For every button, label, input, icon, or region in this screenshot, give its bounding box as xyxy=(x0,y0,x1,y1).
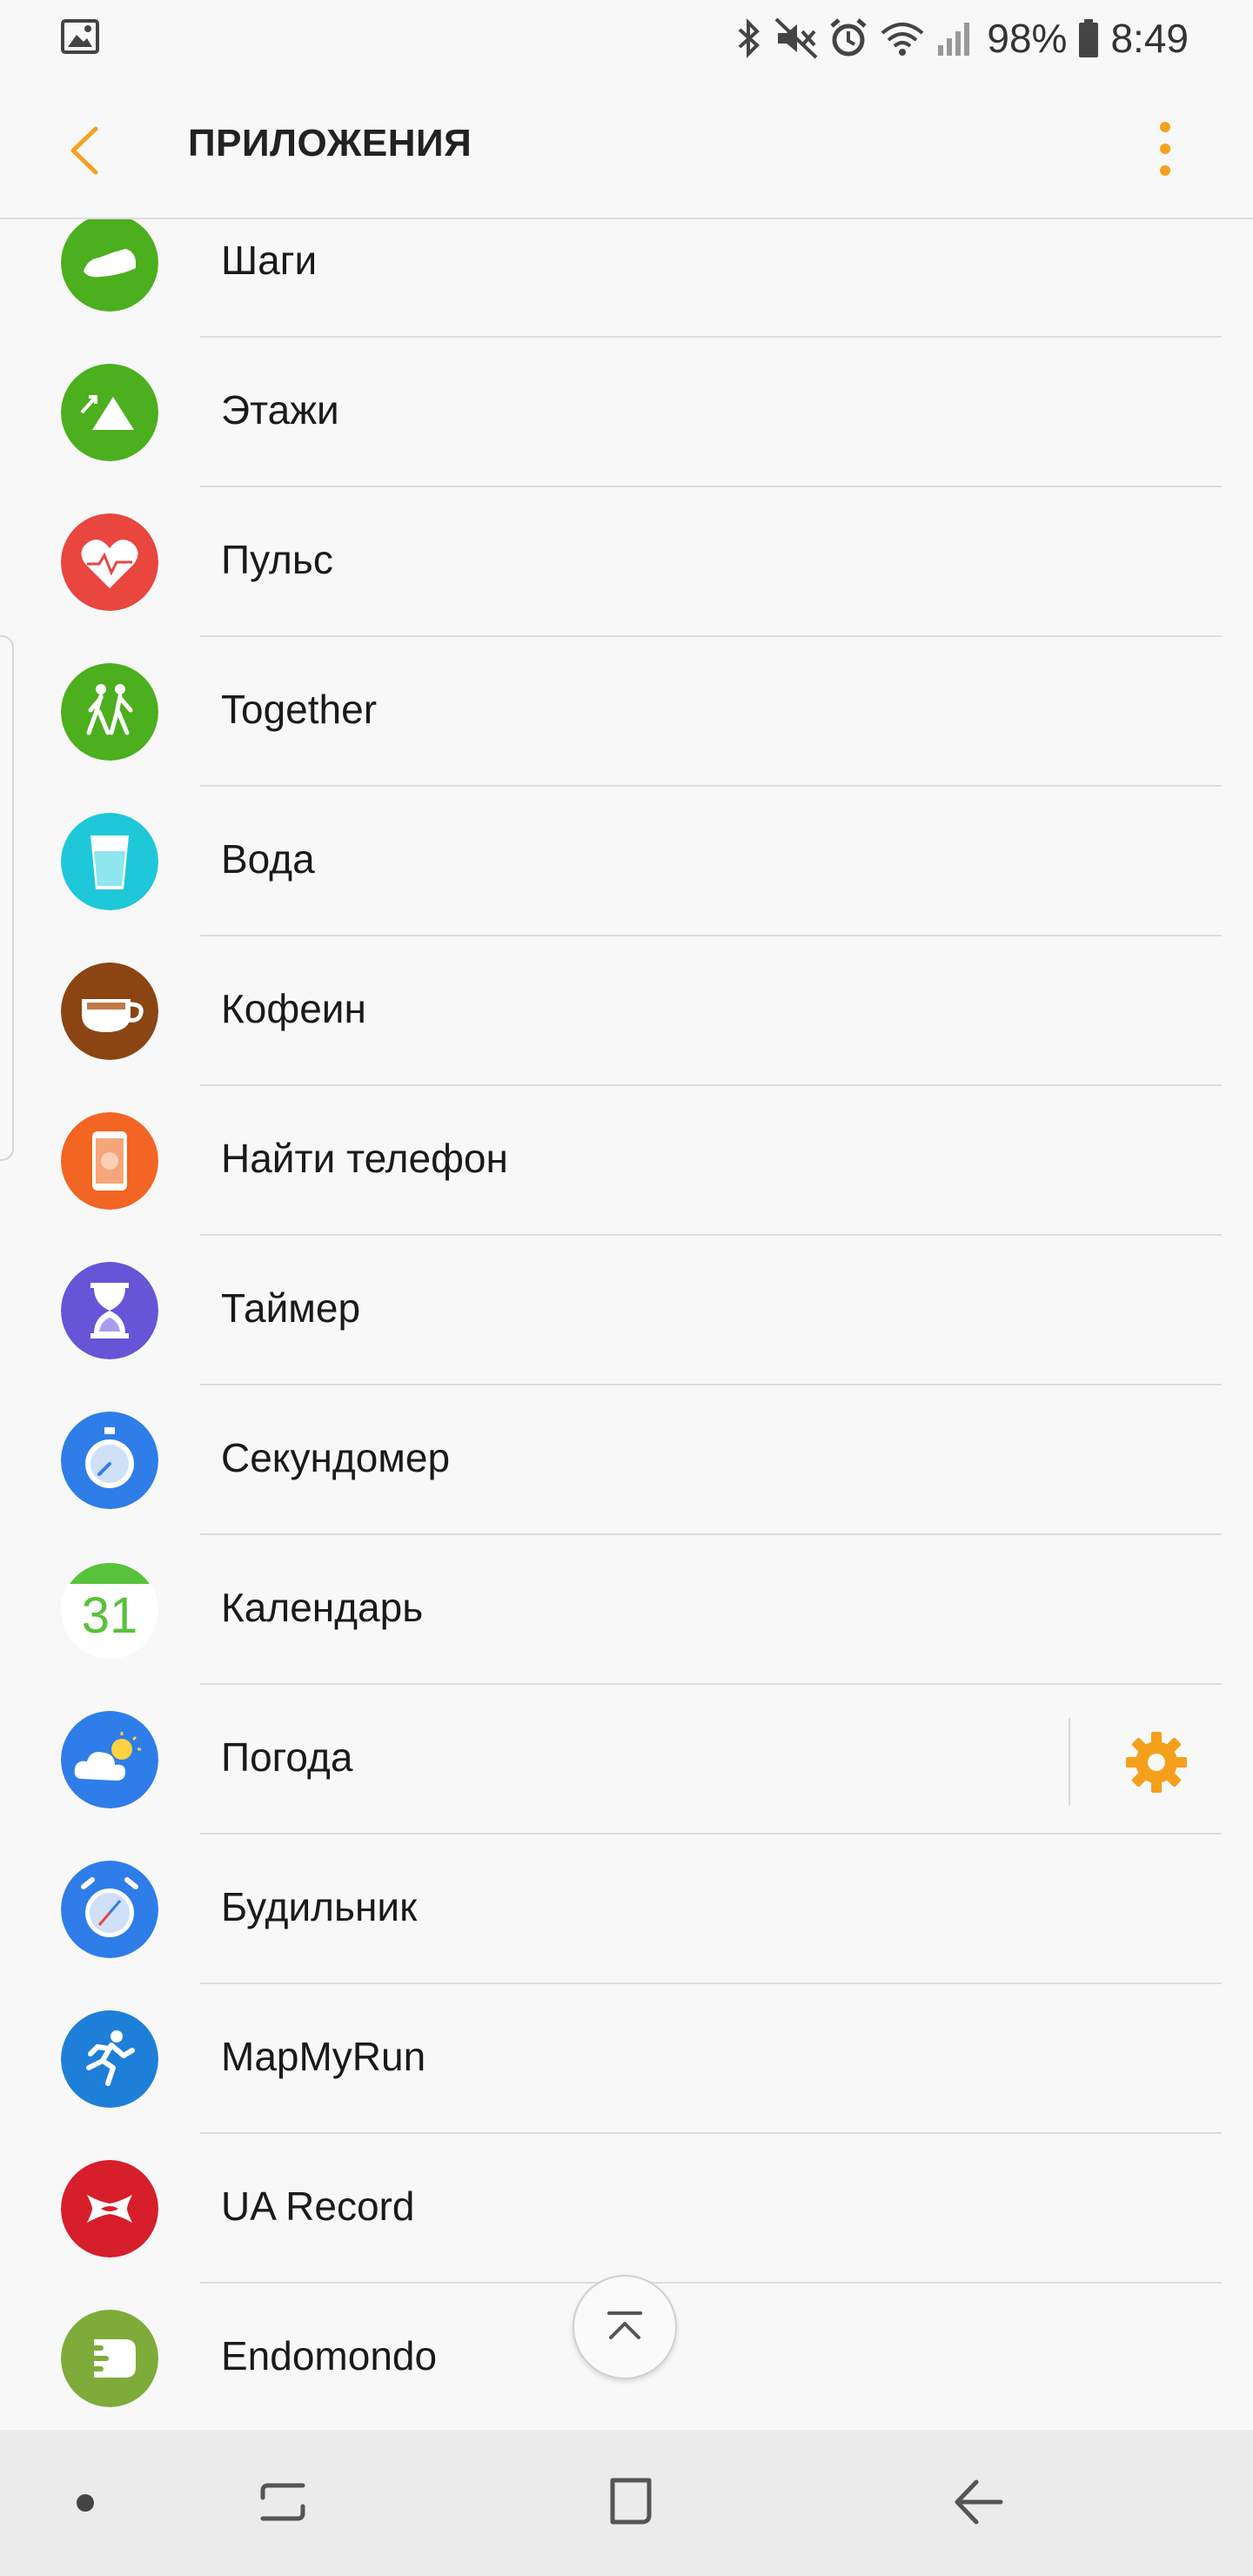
shoe-icon xyxy=(61,219,158,312)
nav-back-icon xyxy=(955,2479,1003,2525)
list-item-label: MapMyRun xyxy=(221,2034,426,2079)
list-item-ua-record[interactable]: UA Record xyxy=(0,2134,1253,2284)
calendar-icon: 31 xyxy=(61,1561,158,1659)
status-bar: 98% 8:49 xyxy=(0,0,1253,77)
list-item-floors[interactable]: Этажи xyxy=(0,338,1253,487)
phone-icon xyxy=(61,1112,158,1210)
under-armour-icon xyxy=(61,2160,158,2257)
apps-list: Шаги Этажи Пульс Together Вода Кофеин На… xyxy=(0,219,1253,2430)
endomondo-icon xyxy=(61,2310,158,2407)
navigation-bar xyxy=(0,2430,1253,2576)
mute-icon xyxy=(774,17,818,59)
list-item-label: Шаги xyxy=(221,238,318,283)
heart-icon xyxy=(61,513,158,611)
runner-icon xyxy=(61,2010,158,2108)
list-item-label: Календарь xyxy=(221,1585,424,1630)
battery-percent: 98% xyxy=(987,16,1068,61)
list-item-calendar[interactable]: 31 Календарь xyxy=(0,1535,1253,1685)
recent-apps-button[interactable] xyxy=(252,2472,313,2537)
list-item-weather[interactable]: Погода xyxy=(0,1685,1253,1835)
signal-icon xyxy=(936,17,976,59)
list-item-together[interactable]: Together xyxy=(0,637,1253,787)
list-item-label: Вода xyxy=(221,836,315,882)
calendar-day-number: 31 xyxy=(82,1587,138,1644)
list-item-label: Endomondo xyxy=(221,2333,438,2378)
list-item-label: Together xyxy=(221,687,378,732)
list-item-water[interactable]: Вода xyxy=(0,787,1253,936)
app-bar: ПРИЛОЖЕНИЯ xyxy=(0,77,1253,219)
back-button[interactable] xyxy=(56,120,117,181)
list-item-label: UA Record xyxy=(221,2184,415,2229)
bluetooth-icon xyxy=(734,17,764,59)
list-item-mapmyrun[interactable]: MapMyRun xyxy=(0,1984,1253,2134)
list-item-label: Этажи xyxy=(221,387,339,433)
water-glass-icon xyxy=(61,813,158,910)
list-item-label: Будильник xyxy=(221,1884,418,1929)
nav-dot-indicator[interactable] xyxy=(77,2494,94,2512)
more-options-button[interactable] xyxy=(1152,118,1178,179)
home-icon xyxy=(610,2478,652,2525)
list-item-steps[interactable]: Шаги xyxy=(0,219,1253,338)
weather-settings-button[interactable] xyxy=(1122,1728,1190,1796)
gallery-notification-icon xyxy=(61,19,99,54)
recent-apps-icon xyxy=(260,2483,305,2521)
page-title: ПРИЛОЖЕНИЯ xyxy=(188,122,472,164)
list-item-timer[interactable]: Таймер xyxy=(0,1236,1253,1385)
list-item-label: Таймер xyxy=(221,1285,361,1331)
wifi-icon xyxy=(879,17,926,59)
hourglass-icon xyxy=(61,1262,158,1359)
list-item-alarm[interactable]: Будильник xyxy=(0,1835,1253,1984)
more-vertical-icon xyxy=(1160,122,1170,176)
list-item-stopwatch[interactable]: Секундомер xyxy=(0,1385,1253,1535)
clock: 8:49 xyxy=(1110,16,1189,61)
list-item-label: Погода xyxy=(221,1734,353,1780)
battery-icon xyxy=(1077,17,1100,59)
weather-icon xyxy=(61,1711,158,1808)
list-item-label: Кофеин xyxy=(221,986,366,1031)
walking-people-icon xyxy=(61,663,158,761)
back-arrow-icon xyxy=(70,126,98,175)
nav-back-button[interactable] xyxy=(948,2472,1009,2537)
list-item-label: Пульс xyxy=(221,537,333,582)
coffee-cup-icon xyxy=(61,963,158,1060)
alarm-clock-icon xyxy=(61,1861,158,1958)
gear-icon xyxy=(1126,1732,1187,1793)
home-button[interactable] xyxy=(600,2472,661,2537)
list-item-label: Найти телефон xyxy=(221,1136,508,1181)
vertical-separator xyxy=(1069,1718,1070,1805)
list-item-pulse[interactable]: Пульс xyxy=(0,487,1253,637)
edge-panel-handle[interactable] xyxy=(0,635,14,1161)
scroll-to-top-button[interactable] xyxy=(573,2275,677,2379)
list-item-caffeine[interactable]: Кофеин xyxy=(0,936,1253,1086)
list-item-label: Секундомер xyxy=(221,1435,451,1480)
scroll-to-top-icon xyxy=(607,2311,642,2339)
alarm-icon xyxy=(828,17,868,59)
mountain-icon xyxy=(61,364,158,461)
stopwatch-icon xyxy=(61,1412,158,1509)
list-item-find-phone[interactable]: Найти телефон xyxy=(0,1086,1253,1236)
